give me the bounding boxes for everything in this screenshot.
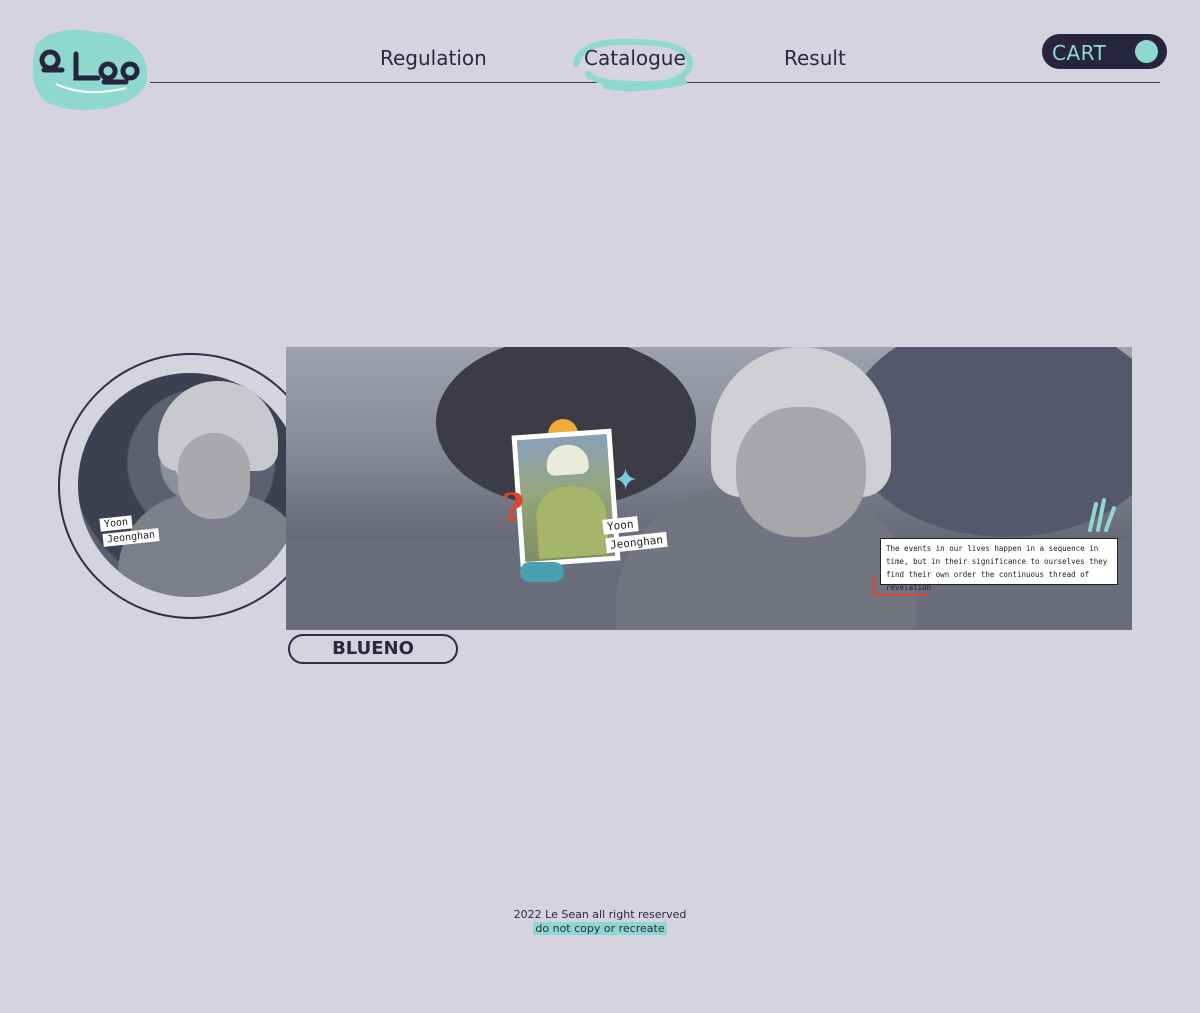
nav-link-regulation[interactable]: Regulation [380, 46, 487, 70]
portrait-photo[interactable] [78, 373, 302, 597]
footer: 2022 Le Sean all right reserved do not c… [0, 908, 1200, 935]
product-banner-image[interactable] [286, 347, 1132, 630]
product-name-button[interactable]: BLUENO [288, 634, 458, 664]
footer-notice: do not copy or recreate [533, 922, 667, 935]
question-mark-sticker-icon: ? [502, 485, 525, 530]
teal-marks-icon [1088, 498, 1116, 532]
brand-logo[interactable] [26, 24, 156, 114]
cart-button[interactable]: CART [1042, 34, 1167, 69]
polaroid-photo [511, 428, 621, 568]
nav-link-catalogue[interactable]: Catalogue [584, 46, 686, 70]
star-sticker-icon: ✦ [613, 464, 639, 497]
banner-quote: The events in our lives happen in a sequ… [880, 538, 1118, 592]
footer-copyright: 2022 Le Sean all right reserved [513, 908, 687, 921]
cart-toggle-dot [1135, 40, 1158, 63]
nav-divider [150, 82, 1160, 83]
nav-link-result[interactable]: Result [784, 46, 846, 70]
cart-label: CART [1052, 41, 1107, 65]
teal-scribble-icon [520, 562, 564, 582]
